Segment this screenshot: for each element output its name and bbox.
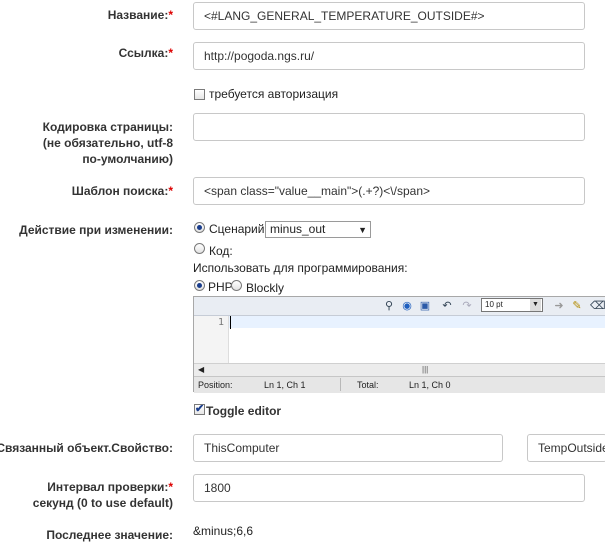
scroll-grip-icon: |||: [422, 365, 429, 374]
editor-caret: [230, 316, 231, 329]
code-editor[interactable]: ⚲ ◉ ▣ ↶ ↷ 10 pt ▼ ➜ ✎ ⌫ 1 ◀ ||| Position…: [193, 296, 605, 393]
name-input[interactable]: <#LANG_GENERAL_TEMPERATURE_OUTSIDE#>: [193, 2, 585, 30]
auth-checkbox-label: требуется авторизация: [209, 87, 339, 101]
pattern-label: Шаблон поиска:*: [71, 184, 173, 198]
eraser-icon[interactable]: ⌫: [590, 299, 605, 313]
go-to-line-icon[interactable]: ◉: [400, 299, 414, 313]
editor-horizontal-scrollbar[interactable]: ◀ |||: [194, 363, 605, 376]
highlight-icon[interactable]: ➜: [552, 299, 566, 313]
editor-statusbar: Position: Ln 1, Ch 1 Total: Ln 1, Ch 0: [194, 376, 605, 393]
linked-object-label: Связанный объект.Свойство:: [0, 441, 173, 455]
link-input[interactable]: http://pogoda.ngs.ru/: [193, 42, 585, 70]
font-size-select-value: 10 pt: [485, 300, 503, 309]
linked-object-input[interactable]: ThisComputer: [193, 434, 503, 462]
status-position-value: Ln 1, Ch 1: [264, 380, 306, 390]
last-value: &minus;6,6: [193, 524, 254, 538]
linked-property-input[interactable]: TempOutside: [527, 434, 605, 462]
editor-current-line: [229, 316, 605, 328]
auth-checkbox[interactable]: [194, 89, 205, 100]
php-radio[interactable]: [194, 280, 205, 291]
syntax-toggle-icon[interactable]: ✎: [570, 299, 584, 313]
scroll-left-icon[interactable]: ◀: [198, 364, 204, 376]
editor-line-number: 1: [217, 317, 224, 328]
redo-icon[interactable]: ↷: [460, 299, 474, 313]
interval-label-line1: Интервал проверки:*: [47, 480, 173, 494]
script-radio[interactable]: [194, 222, 205, 233]
undo-icon[interactable]: ↶: [440, 299, 454, 313]
toggle-editor-label: Toggle editor: [206, 404, 282, 418]
status-divider: [340, 378, 341, 391]
encoding-label-line2: (не обязательно, utf-8: [42, 136, 173, 150]
script-radio-label: Сценарий:: [209, 222, 268, 236]
blockly-radio-label: Blockly: [246, 281, 285, 295]
pattern-input[interactable]: <span class="value__main">(.+?)<\/span>: [193, 177, 585, 205]
script-select-value: minus_out: [270, 222, 326, 236]
code-radio[interactable]: [194, 243, 205, 254]
name-label: Название:*: [107, 8, 173, 22]
font-size-select[interactable]: 10 pt ▼: [481, 298, 543, 312]
encoding-input[interactable]: [193, 113, 585, 141]
check-icon: ✔: [195, 403, 205, 415]
editor-toolbar: ⚲ ◉ ▣ ↶ ↷ 10 pt ▼ ➜ ✎ ⌫: [194, 297, 605, 316]
action-label: Действие при изменении:: [19, 223, 173, 237]
encoding-label-line1: Кодировка страницы:: [42, 120, 173, 134]
chevron-down-icon: ▼: [358, 225, 367, 235]
code-radio-label: Код:: [209, 244, 233, 258]
toggle-editor-checkbox[interactable]: ✔: [194, 403, 205, 415]
link-label: Ссылка:*: [118, 46, 173, 60]
chevron-down-icon: ▼: [530, 299, 541, 311]
status-total-value: Ln 1, Ch 0: [409, 380, 451, 390]
interval-label-line2: секунд (0 to use default): [32, 496, 173, 510]
status-position-label: Position:: [198, 380, 233, 390]
blockly-radio[interactable]: [231, 280, 242, 291]
search-icon[interactable]: ⚲: [382, 299, 396, 313]
interval-input[interactable]: 1800: [193, 474, 585, 502]
fullscreen-icon[interactable]: ▣: [418, 299, 432, 313]
status-total-label: Total:: [357, 380, 379, 390]
encoding-label-line3: по-умолчанию): [82, 152, 173, 166]
script-select[interactable]: minus_out ▼: [265, 221, 371, 238]
php-radio-label: PHP: [208, 280, 233, 294]
use-for-programming-label: Использовать для программирования:: [193, 261, 408, 275]
